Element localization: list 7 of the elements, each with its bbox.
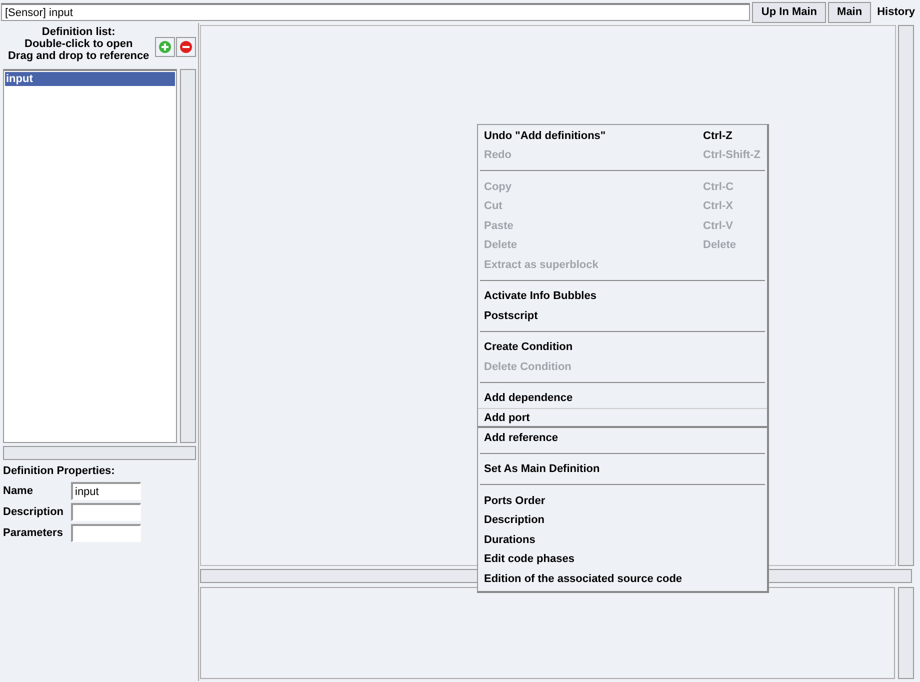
list-header-text: Drag and drop to reference [8, 50, 150, 62]
property-label: Parameters [3, 527, 64, 539]
list-header-text: Definition list: [42, 26, 116, 38]
properties-title: Definition Properties: [3, 465, 116, 477]
list-header-text: Double-click to open [24, 38, 133, 50]
property-label: Name [3, 485, 34, 497]
property-label: Description [3, 506, 65, 518]
